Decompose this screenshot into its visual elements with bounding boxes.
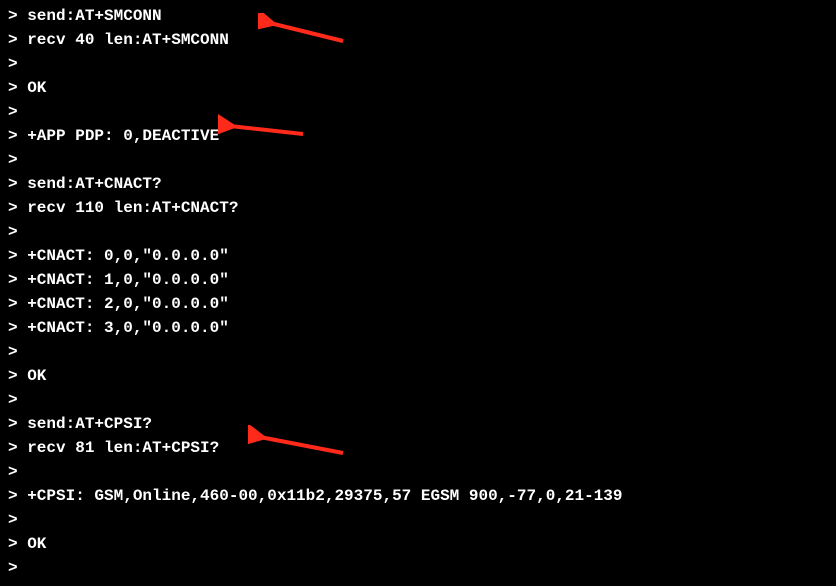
terminal-line: > +CNACT: 1,0,"0.0.0.0" <box>8 268 828 292</box>
terminal-output: > send:AT+SMCONN> recv 40 len:AT+SMCONN>… <box>8 4 828 580</box>
terminal-line: > <box>8 220 828 244</box>
terminal-line: > OK <box>8 532 828 556</box>
terminal-line: > <box>8 508 828 532</box>
terminal-line: > recv 40 len:AT+SMCONN <box>8 28 828 52</box>
terminal-line: > recv 110 len:AT+CNACT? <box>8 196 828 220</box>
terminal-line: > <box>8 100 828 124</box>
terminal-line: > send:AT+CPSI? <box>8 412 828 436</box>
terminal-line: > <box>8 52 828 76</box>
terminal-line: > +CNACT: 3,0,"0.0.0.0" <box>8 316 828 340</box>
terminal-line: > recv 81 len:AT+CPSI? <box>8 436 828 460</box>
terminal-line: > <box>8 148 828 172</box>
terminal-line: > +CNACT: 2,0,"0.0.0.0" <box>8 292 828 316</box>
terminal-line: > <box>8 388 828 412</box>
terminal-line: > +CPSI: GSM,Online,460-00,0x11b2,29375,… <box>8 484 828 508</box>
terminal-line: > <box>8 556 828 580</box>
terminal-line: > send:AT+SMCONN <box>8 4 828 28</box>
terminal-line: > <box>8 340 828 364</box>
terminal-line: > OK <box>8 364 828 388</box>
terminal-line: > <box>8 460 828 484</box>
terminal-line: > OK <box>8 76 828 100</box>
terminal-line: > send:AT+CNACT? <box>8 172 828 196</box>
terminal-line: > +APP PDP: 0,DEACTIVE <box>8 124 828 148</box>
terminal-line: > +CNACT: 0,0,"0.0.0.0" <box>8 244 828 268</box>
